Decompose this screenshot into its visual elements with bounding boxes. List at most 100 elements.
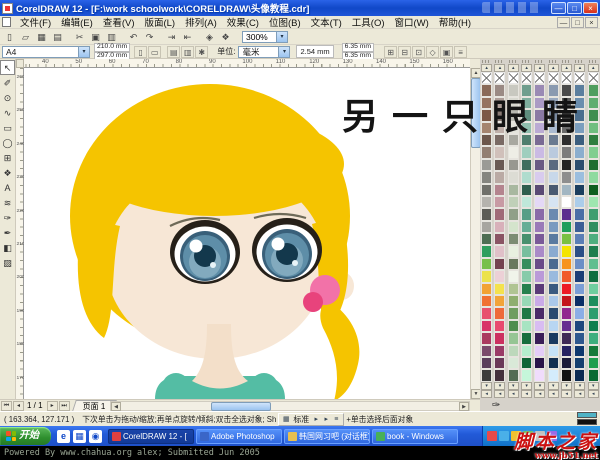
color-swatch[interactable] xyxy=(574,159,585,171)
color-swatch[interactable] xyxy=(588,245,599,257)
color-swatch[interactable] xyxy=(494,159,505,171)
color-swatch[interactable] xyxy=(481,233,492,245)
color-swatch[interactable] xyxy=(574,283,585,295)
horizontal-ruler[interactable]: 405060708090100110120130140150160170 xyxy=(24,59,470,68)
color-swatch[interactable] xyxy=(588,233,599,245)
palette-scroll-down-icon[interactable]: ▾ xyxy=(508,382,519,390)
palette-flyout-icon[interactable]: ◂ xyxy=(494,390,505,398)
palette-flyout-icon[interactable]: ◂ xyxy=(521,390,532,398)
graph-paper-tool[interactable]: ⊞ xyxy=(0,150,15,165)
palette-flyout-icon[interactable]: ◂ xyxy=(548,390,559,398)
color-swatch[interactable] xyxy=(494,369,505,381)
color-swatch[interactable] xyxy=(508,146,519,158)
color-swatch[interactable] xyxy=(588,171,599,183)
color-swatch[interactable] xyxy=(494,357,505,369)
color-swatch[interactable] xyxy=(521,171,532,183)
color-swatch[interactable] xyxy=(574,233,585,245)
color-swatch[interactable] xyxy=(521,332,532,344)
color-swatch[interactable] xyxy=(508,283,519,295)
menu-item[interactable]: 文件(F) xyxy=(15,15,56,29)
forward-icon[interactable]: ▸ xyxy=(321,415,331,423)
menu-item[interactable]: 编辑(E) xyxy=(56,15,98,29)
portrait-button[interactable]: ▯ xyxy=(134,46,147,58)
color-swatch[interactable] xyxy=(534,283,545,295)
floating-mini-toolbar[interactable]: ▦ 标准 ▸ ▸ ≡ xyxy=(278,413,344,426)
corel-online-button[interactable]: ❖ xyxy=(218,30,233,44)
color-swatch[interactable] xyxy=(508,332,519,344)
play-icon[interactable]: ▸ xyxy=(311,415,321,423)
vertical-ruler[interactable]: 260250240230220210200190180170 xyxy=(16,68,24,399)
color-swatch[interactable] xyxy=(534,332,545,344)
color-swatch[interactable] xyxy=(508,320,519,332)
color-swatch[interactable] xyxy=(481,171,492,183)
fill-tool[interactable]: ◧ xyxy=(0,240,15,255)
palette-scroll-down-icon[interactable]: ▾ xyxy=(481,382,492,390)
color-swatch[interactable] xyxy=(508,258,519,270)
color-swatch[interactable] xyxy=(494,171,505,183)
next-page-button[interactable]: ▸ xyxy=(47,401,58,411)
no-fill-swatch[interactable] xyxy=(588,72,599,84)
no-fill-swatch[interactable] xyxy=(534,72,545,84)
menu-item[interactable]: 排列(A) xyxy=(180,15,222,29)
color-swatch[interactable] xyxy=(588,295,599,307)
palette-scroll-down-icon[interactable]: ▾ xyxy=(534,382,545,390)
paper-size-combo[interactable]: A4 ▾ xyxy=(2,46,90,58)
color-swatch[interactable] xyxy=(548,233,559,245)
color-swatch[interactable] xyxy=(508,307,519,319)
color-swatch[interactable] xyxy=(574,258,585,270)
color-swatch[interactable] xyxy=(588,345,599,357)
first-page-button[interactable]: ⏮ xyxy=(1,401,12,411)
palette-flyout-icon[interactable]: ◂ xyxy=(508,390,519,398)
color-swatch[interactable] xyxy=(508,233,519,245)
color-swatch[interactable] xyxy=(494,208,505,220)
color-swatch[interactable] xyxy=(508,295,519,307)
color-swatch[interactable] xyxy=(588,184,599,196)
color-swatch[interactable] xyxy=(561,307,572,319)
color-swatch[interactable] xyxy=(494,270,505,282)
palette-grip-handle[interactable] xyxy=(522,60,531,63)
no-fill-swatch[interactable] xyxy=(561,72,572,84)
eyedropper-tool[interactable]: ✑ xyxy=(0,210,15,225)
color-swatch[interactable] xyxy=(561,221,572,233)
color-swatch[interactable] xyxy=(548,196,559,208)
color-swatch[interactable] xyxy=(534,258,545,270)
color-swatch[interactable] xyxy=(494,233,505,245)
palette-scroll-down-icon[interactable]: ▾ xyxy=(521,382,532,390)
palette-scroll-up-icon[interactable]: ▴ xyxy=(481,64,492,72)
taskbar-task[interactable]: 韩国网习吧 (对话框) xyxy=(284,429,370,444)
internet-explorer-icon[interactable]: e xyxy=(57,430,70,443)
color-swatch[interactable] xyxy=(521,357,532,369)
color-swatch[interactable] xyxy=(574,270,585,282)
no-fill-swatch[interactable] xyxy=(494,72,505,84)
color-swatch[interactable] xyxy=(534,221,545,233)
palette-scroll-down-icon[interactable]: ▾ xyxy=(561,382,572,390)
color-swatch[interactable] xyxy=(494,245,505,257)
color-swatch[interactable] xyxy=(521,146,532,158)
color-swatch[interactable] xyxy=(534,159,545,171)
palette-scroll-up-icon[interactable]: ▴ xyxy=(508,64,519,72)
color-swatch[interactable] xyxy=(508,270,519,282)
palette-flyout-icon[interactable]: ◂ xyxy=(588,390,599,398)
app-launcher-button[interactable]: ◈ xyxy=(202,30,217,44)
menu-item[interactable]: 文本(T) xyxy=(306,15,347,29)
options-button[interactable]: ≡ xyxy=(454,46,467,58)
color-swatch[interactable] xyxy=(588,221,599,233)
color-swatch[interactable] xyxy=(494,221,505,233)
color-swatch[interactable] xyxy=(548,270,559,282)
outline-tool[interactable]: ✒ xyxy=(0,225,15,240)
color-swatch[interactable] xyxy=(574,369,585,381)
color-swatch[interactable] xyxy=(534,307,545,319)
doc-close-button[interactable]: × xyxy=(585,17,598,28)
color-swatch[interactable] xyxy=(534,345,545,357)
color-swatch[interactable] xyxy=(481,295,492,307)
color-swatch[interactable] xyxy=(561,369,572,381)
palette-grip-handle[interactable] xyxy=(535,60,544,63)
treat-as-filled-button[interactable]: ▣ xyxy=(440,46,453,58)
color-swatch[interactable] xyxy=(534,369,545,381)
undo-button[interactable]: ↶ xyxy=(126,30,141,44)
paste-button[interactable]: ▥ xyxy=(104,30,119,44)
palette-grip-handle[interactable] xyxy=(589,60,598,63)
color-swatch[interactable] xyxy=(481,221,492,233)
zoom-tool[interactable]: ⊙ xyxy=(0,90,15,105)
shape-tool[interactable]: ✐ xyxy=(0,75,15,90)
